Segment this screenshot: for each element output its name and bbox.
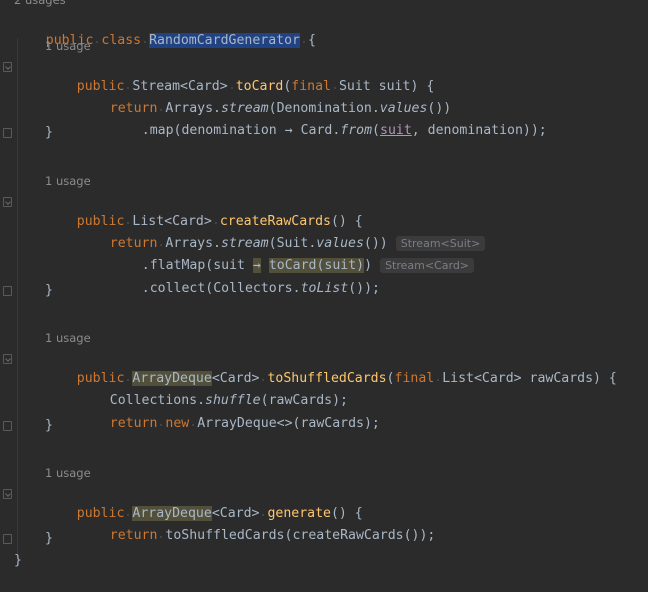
code-token: .map(denomination bbox=[141, 123, 285, 138]
static-call: from bbox=[340, 123, 373, 138]
paren: ( bbox=[386, 371, 395, 386]
method-signature-line: public ArrayDeque<Card> generate() { bbox=[45, 484, 363, 521]
indent-guide bbox=[17, 38, 18, 558]
parameter-reference[interactable]: suit bbox=[380, 123, 412, 138]
fold-end-icon[interactable] bbox=[3, 128, 12, 138]
class-usage-hint[interactable]: 2 usages bbox=[14, 0, 66, 8]
keyword-return: return bbox=[109, 528, 158, 543]
code-line: .flatMap(suit → toCard(suit)) Stream<Card… bbox=[110, 236, 475, 273]
method-usage-hint[interactable]: 1 usage bbox=[45, 38, 91, 54]
type-hint: Stream<Card> bbox=[380, 258, 475, 273]
code-token: .collect(Collectors. bbox=[141, 281, 301, 296]
method-signature-line: public Stream<Card> toCard(final Suit suit)… bbox=[45, 57, 435, 94]
code-line: .collect(Collectors.toList()); bbox=[110, 259, 380, 296]
class-name[interactable]: RandomCardGenerator bbox=[149, 33, 300, 48]
fold-marker-icon[interactable] bbox=[3, 354, 12, 364]
fold-marker-icon[interactable] bbox=[3, 197, 12, 207]
close-brace: } bbox=[45, 418, 53, 433]
close-brace: } bbox=[45, 125, 53, 140]
code-token: , denomination)); bbox=[411, 123, 547, 138]
code-line: return toShuffledCards(createRawCards()); bbox=[78, 506, 436, 543]
keyword-new: new bbox=[165, 416, 190, 431]
fold-marker-icon[interactable] bbox=[3, 62, 12, 72]
code-line: return Arrays.stream(Suit.values()) Stream… bbox=[78, 214, 486, 251]
method-signature-line: public List<Card> createRawCards() { bbox=[45, 192, 363, 229]
code-token: Card. bbox=[292, 123, 341, 138]
keyword-class: class bbox=[101, 33, 142, 48]
static-call: toList bbox=[300, 281, 349, 296]
code-token: toShuffledCards(createRawCards()); bbox=[165, 528, 436, 543]
params: List<Card> rawCards) { bbox=[442, 371, 617, 386]
keyword-return: return bbox=[109, 416, 158, 431]
close-brace: } bbox=[45, 531, 53, 546]
fold-end-icon[interactable] bbox=[3, 421, 12, 431]
code-line: return Arrays.stream(Denomination.values(… bbox=[78, 79, 451, 116]
method-signature-line: public ArrayDeque<Card> toShuffledCards(fi… bbox=[45, 349, 617, 386]
code-line: return new ArrayDeque<>(rawCards); bbox=[78, 394, 380, 431]
method-usage-hint[interactable]: 1 usage bbox=[45, 173, 91, 189]
class-declaration-line: public class RandomCardGenerator{ bbox=[14, 11, 316, 48]
code-editor[interactable]: 2 usages public class RandomCardGenerator{… bbox=[0, 0, 648, 592]
fold-end-icon[interactable] bbox=[3, 534, 12, 544]
method-usage-hint[interactable]: 1 usage bbox=[45, 330, 91, 346]
fold-marker-icon[interactable] bbox=[3, 489, 12, 499]
open-brace: { bbox=[307, 33, 316, 48]
code-token: ArrayDeque<>(rawCards); bbox=[197, 416, 380, 431]
lambda-arrow: → bbox=[284, 123, 293, 138]
code-token: ( bbox=[372, 123, 380, 138]
class-close-brace: } bbox=[14, 553, 22, 568]
fold-end-icon[interactable] bbox=[3, 286, 12, 296]
method-usage-hint[interactable]: 1 usage bbox=[45, 465, 91, 481]
code-line: Collections.shuffle(rawCards); bbox=[78, 371, 348, 408]
code-line: .map(denomination → Card.from(suit, deno… bbox=[110, 101, 547, 138]
keyword-final: final bbox=[394, 371, 435, 386]
close-brace: } bbox=[45, 283, 53, 298]
code-token: ()); bbox=[348, 281, 380, 296]
